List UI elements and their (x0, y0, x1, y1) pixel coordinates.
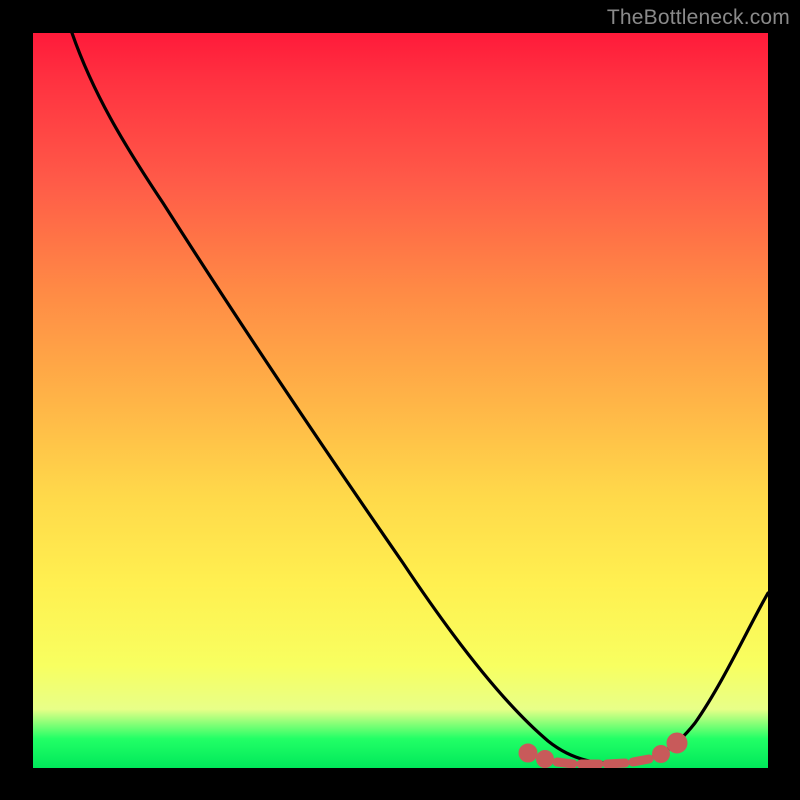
watermark: TheBottleneck.com (607, 6, 790, 30)
chart-curve (33, 33, 768, 768)
curve-path (72, 33, 768, 763)
chart-frame: TheBottleneck.com (0, 0, 800, 800)
chart-plot-area (33, 33, 768, 768)
